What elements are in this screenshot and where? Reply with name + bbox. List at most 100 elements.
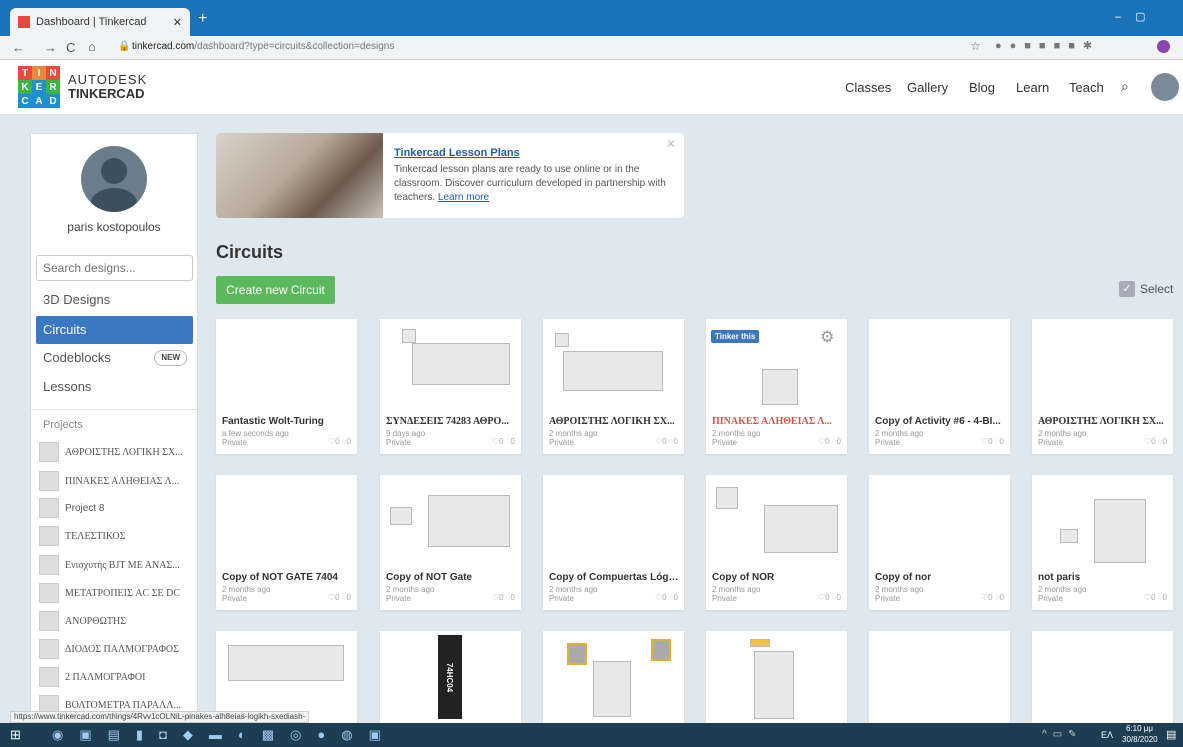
- tray-icons[interactable]: ^▭✎: [1042, 729, 1083, 740]
- back-icon[interactable]: ←: [12, 40, 25, 55]
- taskbar-app-icons[interactable]: ◉▣▤▮◘◆▬◐▩◎●◍▣: [52, 727, 397, 743]
- design-card[interactable]: Fantastic Wolt-Turing a few seconds ago Pr…: [216, 319, 357, 454]
- card-title: Copy of Compuertas Lógi...: [549, 572, 679, 583]
- card-meta: 2 months ago Private: [712, 429, 761, 447]
- select-toggle[interactable]: ✓ Select: [1119, 281, 1173, 297]
- project-label: ΤΕΛΕΣΤΙΚΟΣ: [65, 530, 126, 542]
- language-indicator[interactable]: ΕΛ: [1101, 730, 1113, 740]
- clock-time[interactable]: 6:10 μμ: [1126, 724, 1153, 733]
- project-label: ΑΝΟΡΘΩΤΗΣ: [65, 615, 127, 627]
- project-label: ΑΘΡΟΙΣΤΗΣ ΛΟΓΙΚΗ ΣΧ...: [65, 446, 183, 458]
- card-stats: ♡0 ◌0: [980, 593, 1004, 602]
- nav-learn[interactable]: Learn: [1016, 80, 1049, 95]
- extension-icons[interactable]: ●●■■■■✱: [995, 39, 1100, 52]
- banner-title[interactable]: Tinkercad Lesson Plans: [394, 147, 520, 159]
- design-card[interactable]: Tinker this ⚙ ΠΙΝΑΚΕΣ ΑΛΗΘΕΙΑΣ Λ... 2 month…: [706, 319, 847, 454]
- sidebar-item-lessons[interactable]: Lessons: [36, 373, 193, 401]
- sidebar-item-circuits[interactable]: Circuits: [36, 316, 193, 344]
- project-item[interactable]: ΤΕΛΕΣΤΙΚΟΣ: [39, 525, 197, 547]
- create-new-circuit-button[interactable]: Create new Circuit: [216, 276, 335, 304]
- profile-icon[interactable]: [1157, 40, 1170, 53]
- card-stats: ♡0 ◌0: [817, 437, 841, 446]
- browser-tab[interactable]: Dashboard | Tinkercad ✕: [10, 8, 190, 36]
- clock-date[interactable]: 30/8/2020: [1122, 735, 1158, 744]
- card-thumbnail: [1032, 475, 1173, 567]
- nav-teach[interactable]: Teach: [1069, 80, 1104, 95]
- design-card[interactable]: Copy of Activity #6 - 4-BI... 2 months ag…: [869, 319, 1010, 454]
- card-meta: 2 months ago Private: [1038, 585, 1087, 603]
- tinker-this-badge[interactable]: Tinker this: [711, 330, 760, 343]
- windows-start-icon[interactable]: ⊞: [10, 727, 21, 743]
- url-path: /dashboard?type=circuits&collection=desi…: [194, 41, 395, 52]
- design-card[interactable]: Copy of NOT Gate 2 months ago Private ♡0 ◌0: [380, 475, 521, 610]
- url-text[interactable]: tinkercad.com/dashboard?type=circuits&co…: [132, 41, 394, 52]
- design-card[interactable]: [216, 631, 357, 723]
- nav-blog[interactable]: Blog: [969, 80, 995, 95]
- autodesk-wordmark: AUTODESK: [68, 72, 148, 87]
- folder-thumbnail-icon: [39, 442, 59, 462]
- sidebar-divider: [31, 409, 197, 410]
- close-banner-icon[interactable]: ✕: [666, 137, 676, 151]
- project-item[interactable]: ΑΝΟΡΘΩΤΗΣ: [39, 610, 197, 632]
- project-item[interactable]: ΜΕΤΑΤΡΟΠΕΙΣ AC ΣΕ DC: [39, 582, 197, 604]
- nav-classes[interactable]: Classes: [845, 80, 891, 95]
- card-stats: ♡0 ◌0: [327, 437, 351, 446]
- design-card[interactable]: [543, 631, 684, 723]
- design-card[interactable]: Copy of Compuertas Lógi... 2 months ago Pr…: [543, 475, 684, 610]
- card-title: Copy of NOT Gate: [386, 572, 473, 583]
- logo-letter: A: [32, 94, 46, 108]
- card-stats: ♡0 ◌0: [980, 437, 1004, 446]
- design-card[interactable]: [1032, 631, 1173, 723]
- design-card[interactable]: ΑΘΡΟΙΣΤΗΣ ΛΟΓΙΚΗ ΣΧ... 2 months ago Privat…: [1032, 319, 1173, 454]
- design-card[interactable]: Copy of nor 2 months ago Private ♡0 ◌0: [869, 475, 1010, 610]
- folder-thumbnail-icon: [39, 498, 59, 518]
- forward-icon[interactable]: →: [44, 40, 57, 55]
- sidebar-item-codeblocks[interactable]: Codeblocks NEW: [36, 344, 193, 372]
- design-card[interactable]: [869, 631, 1010, 723]
- project-item[interactable]: Project 8: [39, 497, 197, 519]
- nav-gallery[interactable]: Gallery: [907, 80, 948, 95]
- learn-more-link[interactable]: Learn more: [438, 192, 489, 203]
- tinkercad-logo[interactable]: T I N K E R C A D: [18, 66, 60, 108]
- card-stats: ♡0 ◌0: [817, 593, 841, 602]
- search-icon[interactable]: ⌕: [1121, 78, 1129, 95]
- design-card[interactable]: not paris 2 months ago Private ♡0 ◌0: [1032, 475, 1173, 610]
- design-card[interactable]: Copy of NOR 2 months ago Private ♡0 ◌0: [706, 475, 847, 610]
- design-card[interactable]: Copy of NOT GATE 7404 2 months ago Private…: [216, 475, 357, 610]
- project-item[interactable]: ΔΙΟΔΟΣ ΠΑΛΜΟΓΡΑΦΟΣ: [39, 638, 197, 660]
- windows-taskbar: ⊞ ◉▣▤▮◘◆▬◐▩◎●◍▣ ^▭✎ ΕΛ 6:10 μμ 30/8/2020…: [0, 723, 1183, 747]
- sidebar-item-3d-designs[interactable]: 3D Designs: [36, 286, 193, 314]
- logo-letter: R: [46, 80, 60, 94]
- new-tab-button[interactable]: +: [198, 10, 207, 28]
- card-meta: 2 months ago Private: [386, 585, 435, 603]
- settings-gear-icon[interactable]: ⚙: [820, 327, 834, 347]
- design-card[interactable]: [706, 631, 847, 723]
- close-tab-icon[interactable]: ✕: [173, 16, 182, 29]
- search-designs-input[interactable]: [36, 255, 193, 281]
- card-stats: ♡0 ◌0: [327, 593, 351, 602]
- user-avatar-icon[interactable]: [1151, 73, 1179, 101]
- project-item[interactable]: ΠΙΝΑΚΕΣ ΑΛΗΘΕΙΑΣ Λ...: [39, 470, 197, 492]
- project-item[interactable]: Ενισχυτής BJT ΜΕ ΑΝΑΣ...: [39, 554, 197, 576]
- card-meta: 9 days ago Private: [386, 429, 426, 447]
- card-meta: 2 months ago Private: [222, 585, 271, 603]
- card-thumbnail: [1032, 319, 1173, 411]
- design-card[interactable]: ΣΥΝΔΕΣΕΙΣ 74283 ΑΘΡΟ... 9 days ago Private…: [380, 319, 521, 454]
- project-item[interactable]: 2 ΠΑΛΜΟΓΡΑΦΟΙ: [39, 666, 197, 688]
- reload-icon[interactable]: C: [66, 40, 75, 55]
- card-meta: 2 months ago Private: [875, 585, 924, 603]
- notifications-icon[interactable]: ▤: [1166, 728, 1176, 741]
- tinkercad-wordmark: TINKERCAD: [68, 86, 145, 101]
- project-item[interactable]: ΑΘΡΟΙΣΤΗΣ ΛΟΓΙΚΗ ΣΧ...: [39, 441, 197, 463]
- card-thumbnail: [216, 631, 357, 723]
- window-controls[interactable]: –▢: [1115, 10, 1160, 23]
- home-icon[interactable]: ⌂: [88, 39, 96, 54]
- profile-avatar[interactable]: [81, 146, 147, 212]
- folder-thumbnail-icon: [39, 667, 59, 687]
- card-thumbnail: [869, 631, 1010, 723]
- design-card[interactable]: 74HC04: [380, 631, 521, 723]
- bookmark-star-icon[interactable]: ☆: [970, 39, 981, 53]
- design-card[interactable]: ΑΘΡΟΙΣΤΗΣ ΛΟΓΙΚΗ ΣΧ... 2 months ago Privat…: [543, 319, 684, 454]
- project-label: Project 8: [65, 502, 105, 514]
- card-thumbnail: [1032, 631, 1173, 723]
